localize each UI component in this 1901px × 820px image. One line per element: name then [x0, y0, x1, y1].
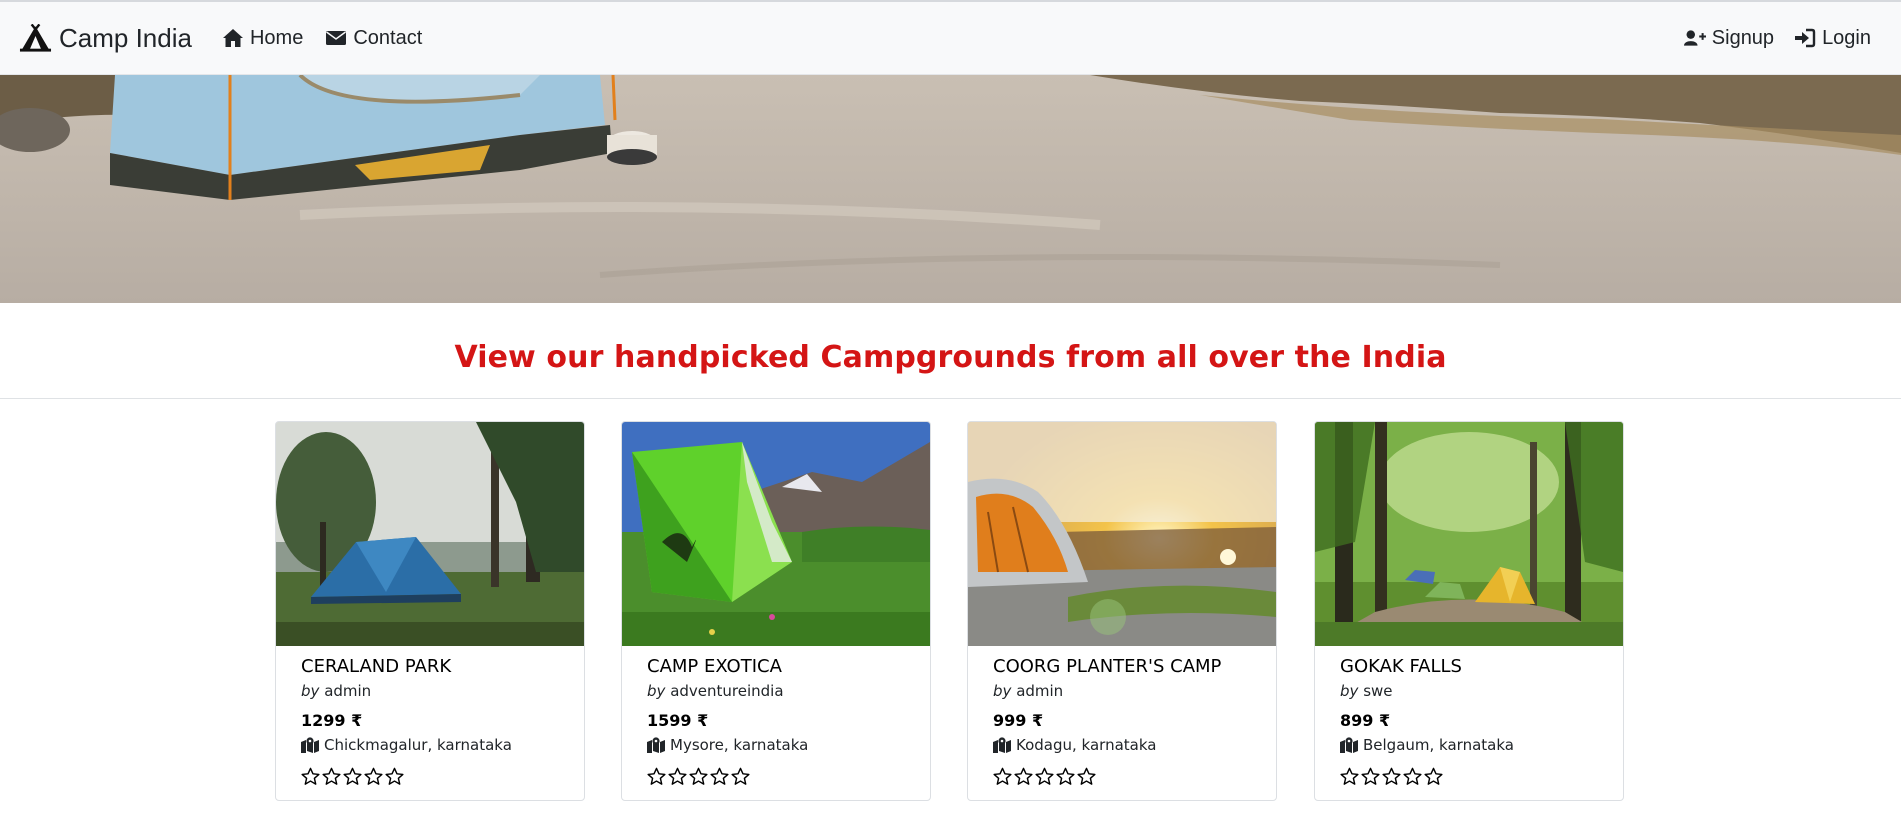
star-icon[interactable]	[343, 767, 362, 786]
star-icon[interactable]	[1361, 767, 1380, 786]
campground-card[interactable]: CERALAND PARK by admin 1299 ₹ Chickmagal…	[275, 421, 585, 801]
sign-in-icon	[1795, 28, 1816, 48]
campground-card[interactable]: COORG PLANTER'S CAMP by admin 999 ₹ Koda…	[967, 421, 1277, 801]
star-icon[interactable]	[1424, 767, 1443, 786]
map-marked-icon	[1340, 737, 1358, 753]
campground-thumbnail	[276, 422, 584, 646]
campground-title: GOKAK FALLS	[1340, 656, 1462, 677]
nav-signup-label: Signup	[1711, 26, 1775, 49]
campground-price: 1299 ₹	[301, 711, 363, 730]
campground-author: by admin	[301, 682, 372, 700]
star-icon[interactable]	[647, 767, 666, 786]
nav-home-label: Home	[249, 26, 304, 49]
map-marked-icon	[301, 737, 319, 753]
nav-home-link[interactable]: Home	[222, 27, 303, 50]
nav-links: Home Contact	[222, 27, 444, 50]
campground-card[interactable]: GOKAK FALLS by swe 899 ₹ Belgaum, karnat…	[1314, 421, 1624, 801]
brand-link[interactable]: Camp India	[19, 23, 192, 54]
brand-label: Camp India	[59, 22, 192, 53]
campground-title: CERALAND PARK	[301, 656, 452, 677]
campground-card[interactable]: CAMP EXOTICA by adventureindia 1599 ₹ My…	[621, 421, 931, 801]
campground-location: Mysore, karnataka	[647, 736, 905, 754]
campground-thumbnail	[968, 422, 1276, 646]
campground-thumbnail	[1315, 422, 1623, 646]
hero-image	[0, 75, 1901, 303]
rating-stars	[647, 767, 905, 786]
campground-title: CAMP EXOTICA	[647, 656, 782, 677]
nav-login-label: Login	[1822, 26, 1871, 49]
star-icon[interactable]	[689, 767, 708, 786]
campground-location: Belgaum, karnataka	[1340, 736, 1598, 754]
nav-signup-link[interactable]: Signup	[1683, 26, 1775, 50]
star-icon[interactable]	[1340, 767, 1359, 786]
star-icon[interactable]	[668, 767, 687, 786]
star-icon[interactable]	[1014, 767, 1033, 786]
star-icon[interactable]	[1056, 767, 1075, 786]
nav-contact-link[interactable]: Contact	[325, 27, 422, 50]
map-marked-icon	[647, 737, 665, 753]
star-icon[interactable]	[1077, 767, 1096, 786]
campground-location: Chickmagalur, karnataka	[301, 736, 559, 754]
rating-stars	[993, 767, 1251, 786]
home-icon	[222, 29, 243, 47]
nav-contact-label: Contact	[353, 26, 423, 49]
star-icon[interactable]	[1403, 767, 1422, 786]
campground-location: Kodagu, karnataka	[993, 736, 1251, 754]
star-icon[interactable]	[731, 767, 750, 786]
page-headline: View our handpicked Campgrounds from all…	[454, 340, 1447, 375]
campground-icon	[19, 24, 52, 52]
campground-price: 1599 ₹	[647, 711, 709, 730]
rating-stars	[301, 767, 559, 786]
campground-author: by admin	[993, 682, 1064, 700]
star-icon[interactable]	[385, 767, 404, 786]
star-icon[interactable]	[322, 767, 341, 786]
divider	[0, 398, 1901, 399]
nav-login-link[interactable]: Login	[1794, 27, 1871, 50]
campground-author: by swe	[1340, 682, 1393, 700]
rating-stars	[1340, 767, 1598, 786]
campground-list: CERALAND PARK by admin 1299 ₹ Chickmagal…	[275, 421, 1625, 801]
envelope-icon	[326, 31, 347, 45]
map-marked-icon	[993, 737, 1011, 753]
campground-title: COORG PLANTER'S CAMP	[993, 656, 1222, 677]
star-icon[interactable]	[1382, 767, 1401, 786]
star-icon[interactable]	[301, 767, 320, 786]
nav-auth-links: Signup Login	[1664, 27, 1871, 50]
star-icon[interactable]	[1035, 767, 1054, 786]
campground-thumbnail	[622, 422, 930, 646]
campground-author: by adventureindia	[647, 682, 784, 700]
campground-price: 899 ₹	[1340, 711, 1391, 730]
star-icon[interactable]	[710, 767, 729, 786]
navbar: Camp India Home Contact Signup Login	[0, 0, 1901, 75]
campground-price: 999 ₹	[993, 711, 1044, 730]
star-icon[interactable]	[364, 767, 383, 786]
star-icon[interactable]	[993, 767, 1012, 786]
user-plus-icon	[1683, 30, 1706, 46]
